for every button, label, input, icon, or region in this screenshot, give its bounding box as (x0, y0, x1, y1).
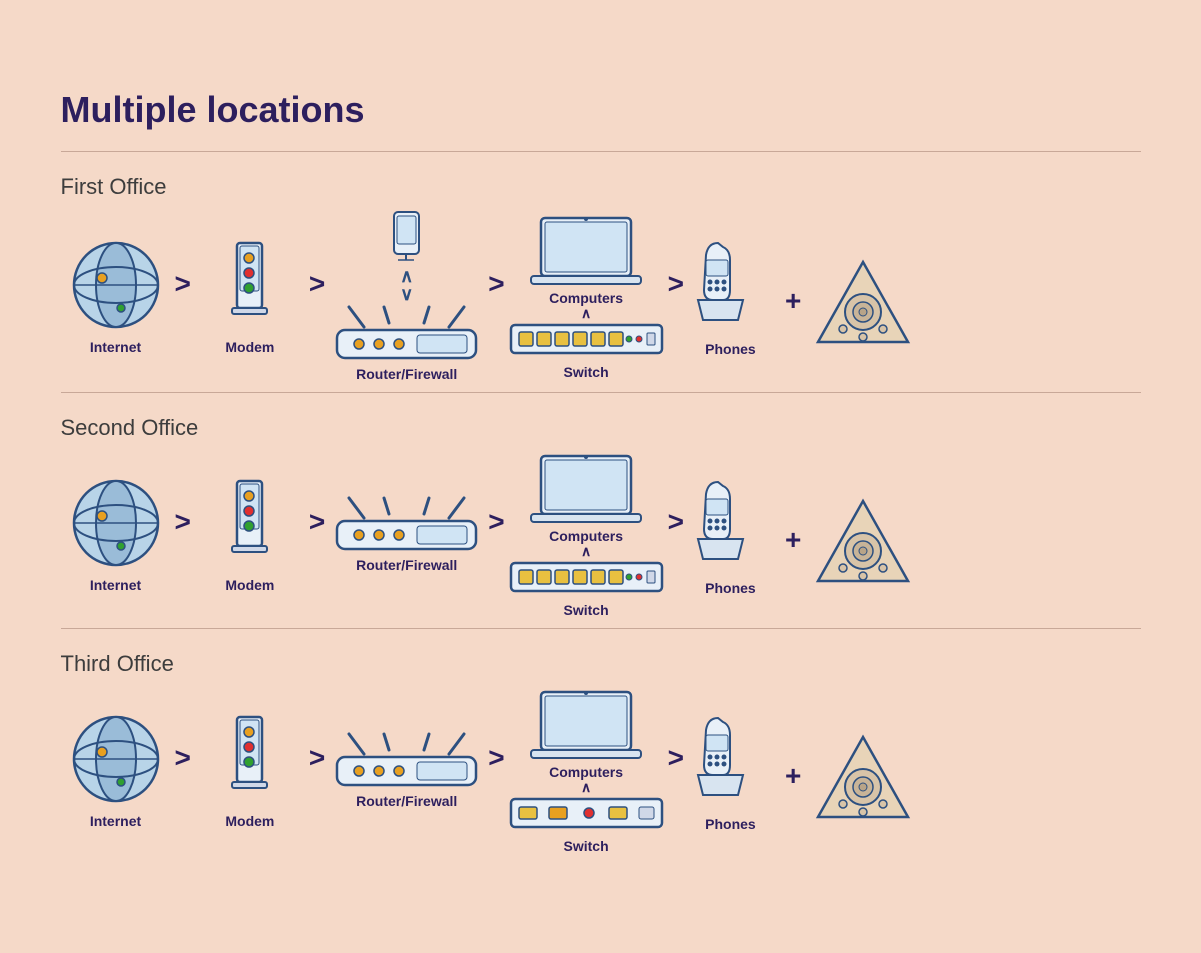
arrow-1a: > (175, 268, 191, 325)
confphone-icon-3 (813, 732, 913, 832)
router-label-3: Router/Firewall (356, 793, 457, 809)
router-block-3: Router/Firewall (329, 732, 484, 809)
computers-label-3: Computers (549, 764, 623, 780)
router-block-2: Router/Firewall (329, 496, 484, 573)
switch-label-2: Switch (564, 602, 609, 618)
internet-icon-3 (66, 712, 166, 807)
modem-icon-2 (212, 476, 287, 571)
modem-icon-1 (212, 238, 287, 333)
arrow-2d: > (668, 506, 684, 563)
arrow-1b: > (309, 268, 325, 325)
computer-switch-block-3: Computers ∧ Switch (509, 687, 664, 854)
deskphone-icon-2 (688, 474, 773, 574)
computers-label-2: Computers (549, 528, 623, 544)
computer-switch-block-2: Computers ∧ Swi (509, 451, 664, 618)
router-icon-1 (329, 305, 484, 360)
phone-top-icon-1 (384, 210, 429, 265)
laptop-icon-3 (526, 687, 646, 762)
arrow-1d: > (668, 268, 684, 325)
caret-1: ∧ (581, 306, 591, 320)
internet-icon-1 (66, 238, 166, 333)
router-icon-2 (329, 496, 484, 551)
internet-block-1: Internet (61, 238, 171, 355)
phones-desk-label-1: Phones (705, 341, 756, 357)
arrow-3c: > (488, 742, 504, 799)
computers-label-1: Computers (549, 290, 623, 306)
laptop-icon-1 (526, 213, 646, 288)
arrow-2c: > (488, 506, 504, 563)
modem-label-3: Modem (225, 813, 274, 829)
arrow-3d: > (668, 742, 684, 799)
laptop-icon-2 (526, 451, 646, 526)
main-container: Multiple locations First Office Internet… (21, 59, 1181, 894)
phones-desk-label-3: Phones (705, 816, 756, 832)
caret-2: ∧ (581, 544, 591, 558)
router-icon-3 (329, 732, 484, 787)
caret-3: ∧ (581, 780, 591, 794)
plus-2: + (785, 524, 801, 596)
office-label-2: Second Office (61, 415, 1141, 441)
confphone-icon-1 (813, 257, 913, 357)
switch-label-1: Switch (564, 364, 609, 380)
arrow-1c: > (488, 268, 504, 325)
network-row-2: Internet > Modem > (61, 451, 1141, 618)
network-row-3: Internet > Modem > (61, 687, 1141, 854)
internet-block-3: Internet (61, 712, 171, 829)
phones-block-1: Phones + (688, 235, 913, 357)
modem-block-1: Modem (195, 238, 305, 355)
office-label-1: First Office (61, 174, 1141, 200)
office-row-1: First Office Internet > (61, 151, 1141, 392)
switch-icon-3 (509, 794, 664, 832)
router-block-1: ∧ ∨ (329, 210, 484, 382)
office-row-3: Third Office Internet > (61, 628, 1141, 864)
internet-icon-2 (66, 476, 166, 571)
modem-label-1: Modem (225, 339, 274, 355)
phones-desk-label-2: Phones (705, 580, 756, 596)
switch-icon-2 (509, 558, 664, 596)
switch-label-3: Switch (564, 838, 609, 854)
internet-label-2: Internet (90, 577, 141, 593)
arrow-2b: > (309, 506, 325, 563)
internet-block-2: Internet (61, 476, 171, 593)
deskphone-icon-1 (688, 235, 773, 335)
office-row-2: Second Office Internet > (61, 392, 1141, 628)
modem-label-2: Modem (225, 577, 274, 593)
modem-icon-3 (212, 712, 287, 807)
deskphone-icon-3 (688, 710, 773, 810)
arrow-3b: > (309, 742, 325, 799)
plus-1: + (785, 285, 801, 357)
router-label-1: Router/Firewall (356, 366, 457, 382)
router-label-2: Router/Firewall (356, 557, 457, 573)
confphone-icon-2 (813, 496, 913, 596)
arrow-2a: > (175, 506, 191, 563)
switch-icon-1 (509, 320, 664, 358)
modem-block-2: Modem (195, 476, 305, 593)
office-label-3: Third Office (61, 651, 1141, 677)
page-title: Multiple locations (61, 89, 1141, 131)
computer-switch-block-1: Computers ∧ (509, 213, 664, 380)
plus-3: + (785, 760, 801, 832)
internet-label-3: Internet (90, 813, 141, 829)
modem-block-3: Modem (195, 712, 305, 829)
network-row-1: Internet > Modem > (61, 210, 1141, 382)
internet-label-1: Internet (90, 339, 141, 355)
phones-block-2: Phones + (688, 474, 913, 596)
arrow-3a: > (175, 742, 191, 799)
phones-block-3: Phones + (688, 710, 913, 832)
